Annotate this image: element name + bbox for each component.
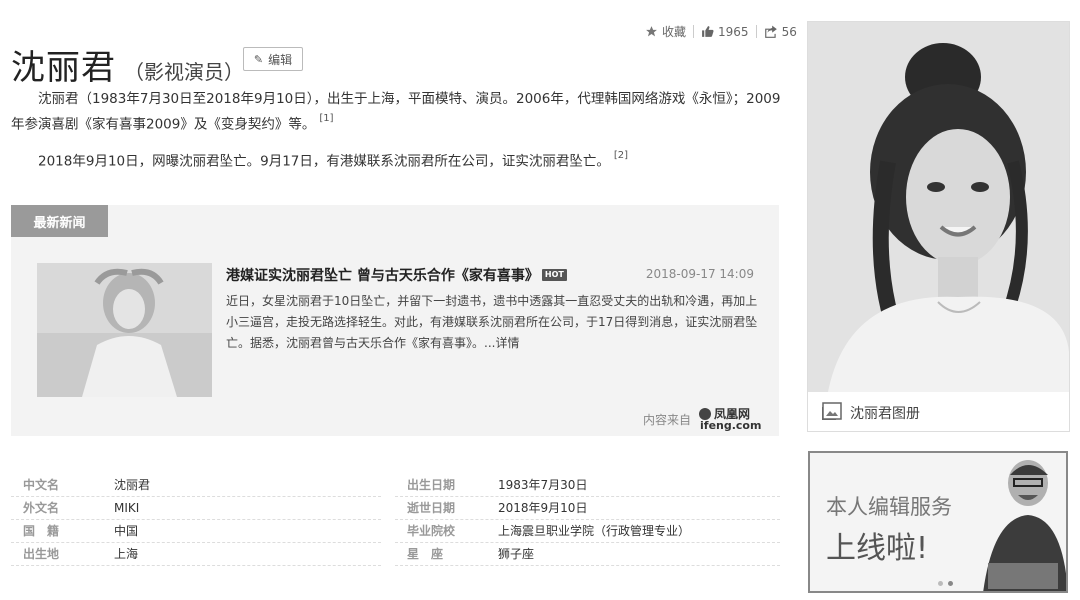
news-date: 2018-09-17 14:09 [645,267,754,281]
news-thumbnail[interactable] [37,263,212,397]
info-key: 国 籍 [23,524,60,538]
news-source: 内容来自 凤凰网 ifeng.com [643,408,761,432]
info-value: 1983年7月30日 [498,478,588,492]
portrait-photo[interactable] [808,22,1069,392]
info-value[interactable]: 上海震旦职业学院（行政管理专业） [498,520,690,542]
ifeng-logo-domain: ifeng.com [700,419,762,432]
info-key: 逝世日期 [407,501,456,515]
divider [755,25,757,38]
ifeng-logo[interactable]: 凤凰网 ifeng.com [699,408,761,431]
info-key: 出生地 [23,547,60,561]
promo-line-1: 本人编辑服务 [826,495,952,519]
edit-label: 编辑 [268,52,293,67]
info-key: 出生日期 [407,478,456,492]
star-icon [645,25,658,38]
tab-latest-news[interactable]: 最新新闻 [11,205,108,237]
intro-text: 年参演喜剧《家有喜事2009》及《变身契约》等。 [11,116,316,133]
latest-news-panel: 最新新闻 港媒证实沈丽君坠亡 曾与古天乐合作《家有喜事》 HOT 2018-09… [11,205,779,436]
person-name: 沈丽君 [11,48,116,88]
carousel-dot[interactable] [938,581,943,586]
info-key: 星 座 [407,547,444,561]
info-value: 2018年9月10日 [498,501,588,515]
thumbs-up-icon [701,25,714,38]
ifeng-logo-text: 凤凰网 [714,406,751,421]
info-key: 中文名 [23,478,60,492]
info-value: 中国 [114,524,139,538]
share-icon [764,25,778,38]
like-button[interactable]: 1965 [701,25,749,39]
like-count: 1965 [718,24,749,39]
info-value: 上海 [114,547,139,561]
info-row: 外文名 MIKI [11,497,381,520]
intro-text: 2018年9月10日，网曝沈丽君坠亡。9月17日，有港媒联系沈丽君所在公司，证实… [38,153,610,170]
image-icon [821,402,842,424]
info-value: MIKI [114,501,140,515]
promo-person-illustration [983,460,1066,591]
intro-paragraph-2: 2018年9月10日，网曝沈丽君坠亡。9月17日，有港媒联系沈丽君所在公司，证实… [38,147,628,173]
pencil-icon: ✎ [253,52,264,66]
share-button[interactable]: 56 [764,25,797,39]
carousel-dot[interactable] [948,581,953,586]
info-row: 星 座 狮子座 [395,543,780,566]
share-count: 56 [781,24,797,39]
article-actions: 收藏 1965 56 [645,23,797,40]
promo-banner[interactable]: 本人编辑服务 上线啦! [808,451,1068,593]
person-subtitle: （影视演员） [124,60,244,84]
info-row: 国 籍 中国 [11,520,381,543]
album-link[interactable]: 沈丽君图册 [821,402,920,424]
news-headline[interactable]: 港媒证实沈丽君坠亡 曾与古天乐合作《家有喜事》 HOT [226,265,567,285]
info-row: 出生日期 1983年7月30日 [395,474,780,497]
info-row: 中文名 沈丽君 [11,474,381,497]
info-row: 毕业院校 上海震旦职业学院（行政管理专业） [395,520,780,543]
favorite-button[interactable]: 收藏 [645,23,686,40]
info-key: 外文名 [23,501,60,515]
info-value: 沈丽君 [114,478,151,492]
favorite-label: 收藏 [662,25,687,39]
source-label: 内容来自 [643,413,692,427]
info-row: 出生地 上海 [11,543,381,566]
page-title: 沈丽君 （影视演员） [11,40,244,89]
info-value[interactable]: 狮子座 [498,543,534,565]
news-summary: 近日，女星沈丽君于10日坠亡，并留下一封遗书，遗书中透露其一直忍受丈夫的出轨和冷… [226,294,758,350]
info-row: 逝世日期 2018年9月10日 [395,497,780,520]
intro-paragraph-1-line-2: 年参演喜剧《家有喜事2009》及《变身契约》等。 [1] [11,110,334,136]
album-label: 沈丽君图册 [850,406,920,422]
photo-album-card[interactable]: 沈丽君图册 [807,21,1070,432]
info-key: 毕业院校 [407,524,456,538]
promo-line-2: 上线啦! [826,531,929,566]
news-headline-text: 港媒证实沈丽君坠亡 曾与古天乐合作《家有喜事》 [226,268,539,284]
hot-badge: HOT [541,269,567,281]
divider [693,25,695,38]
reference-link[interactable]: [1] [319,113,333,124]
intro-paragraph-1-line-1: 沈丽君（1983年7月30日至2018年9月10日），出生于上海，平面模特、演员… [38,91,781,107]
edit-button[interactable]: ✎ 编辑 [243,47,303,71]
reference-link[interactable]: [2] [614,150,628,161]
